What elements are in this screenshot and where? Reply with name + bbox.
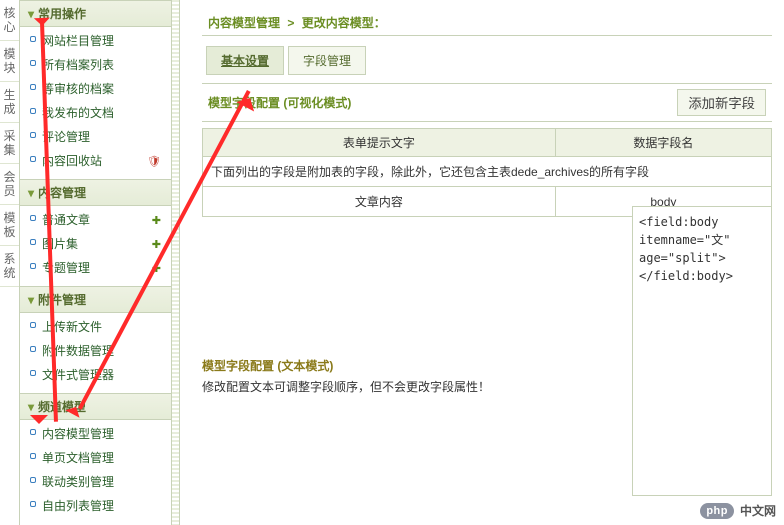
bullet-icon	[30, 501, 36, 507]
bullet-icon	[30, 132, 36, 138]
vtab-system[interactable]: 系统	[0, 246, 19, 287]
table-desc: 下面列出的字段是附加表的字段，除此外，它还包含主表dede_archives的所…	[203, 157, 772, 187]
breadcrumb: 内容模型管理 > 更改内容模型：	[202, 10, 772, 36]
menu-item-recycle[interactable]: 内容回收站🛡	[20, 149, 171, 173]
col-prompt: 表单提示文字	[203, 129, 556, 157]
menu-item-single-doc[interactable]: 单页文档管理	[20, 446, 171, 470]
col-dbname: 数据字段名	[555, 129, 771, 157]
section-visual: 模型字段配置 (可视化模式) 添加新字段	[202, 83, 772, 122]
bullet-icon	[30, 239, 36, 245]
menu-item-attach-data[interactable]: 附件数据管理	[20, 339, 171, 363]
section-visual-title: 模型字段配置 (可视化模式)	[208, 94, 351, 111]
add-field-button[interactable]: 添加新字段	[677, 89, 766, 116]
menu-item-linkage[interactable]: 联动类别管理	[20, 470, 171, 494]
watermark-logo: php	[700, 503, 734, 519]
bullet-icon	[30, 60, 36, 66]
main-area: 内容模型管理 > 更改内容模型： 基本设置 字段管理 模型字段配置 (可视化模式…	[180, 0, 784, 525]
tab-fields[interactable]: 字段管理	[288, 46, 366, 75]
breadcrumb-a[interactable]: 内容模型管理	[208, 16, 280, 30]
menu-item-comments[interactable]: 评论管理	[20, 125, 171, 149]
vtab-member[interactable]: 会员	[0, 164, 19, 205]
code-textarea[interactable]: <field:body itemname="文" age="split"> </…	[632, 206, 772, 496]
tab-basic[interactable]: 基本设置	[206, 46, 284, 75]
bullet-icon	[30, 370, 36, 376]
vtab-template[interactable]: 模板	[0, 205, 19, 246]
bullet-icon	[30, 156, 36, 162]
bullet-icon	[30, 36, 36, 42]
watermark: php 中文网	[700, 502, 776, 519]
vtab-module[interactable]: 模块	[0, 41, 19, 82]
menu-item-freelist[interactable]: 自由列表管理	[20, 494, 171, 518]
vertical-tabs: 核心 模块 生成 采集 会员 模板 系统	[0, 0, 20, 525]
breadcrumb-sep: >	[287, 16, 294, 30]
watermark-text: 中文网	[740, 502, 776, 519]
shield-icon: 🛡	[147, 153, 161, 171]
arrow-head-icon	[30, 415, 48, 433]
bullet-icon	[30, 322, 36, 328]
vtab-collect[interactable]: 采集	[0, 123, 19, 164]
bullet-icon	[30, 346, 36, 352]
plus-icon: ✚	[152, 212, 161, 230]
breadcrumb-b: 更改内容模型：	[302, 16, 386, 30]
menu-item-upload[interactable]: 上传新文件	[20, 315, 171, 339]
panel-attachment[interactable]: 附件管理	[20, 286, 171, 313]
bullet-icon	[30, 453, 36, 459]
field-table: 表单提示文字 数据字段名 下面列出的字段是附加表的字段，除此外，它还包含主表de…	[202, 128, 772, 217]
bullet-icon	[30, 108, 36, 114]
plus-icon: ✚	[152, 236, 161, 254]
split-grip[interactable]	[172, 0, 180, 525]
panel-content-mgmt[interactable]: 内容管理	[20, 179, 171, 206]
menu-item-images[interactable]: 图片集✚	[20, 232, 171, 256]
bullet-icon	[30, 84, 36, 90]
panel-title: 附件管理	[38, 293, 86, 307]
vtab-core[interactable]: 核心	[0, 0, 19, 41]
bullet-icon	[30, 215, 36, 221]
cell-prompt: 文章内容	[203, 187, 556, 217]
bullet-icon	[30, 263, 36, 269]
tabs: 基本设置 字段管理	[206, 46, 772, 75]
menu-item-article[interactable]: 普通文章✚	[20, 208, 171, 232]
vtab-generate[interactable]: 生成	[0, 82, 19, 123]
bullet-icon	[30, 477, 36, 483]
